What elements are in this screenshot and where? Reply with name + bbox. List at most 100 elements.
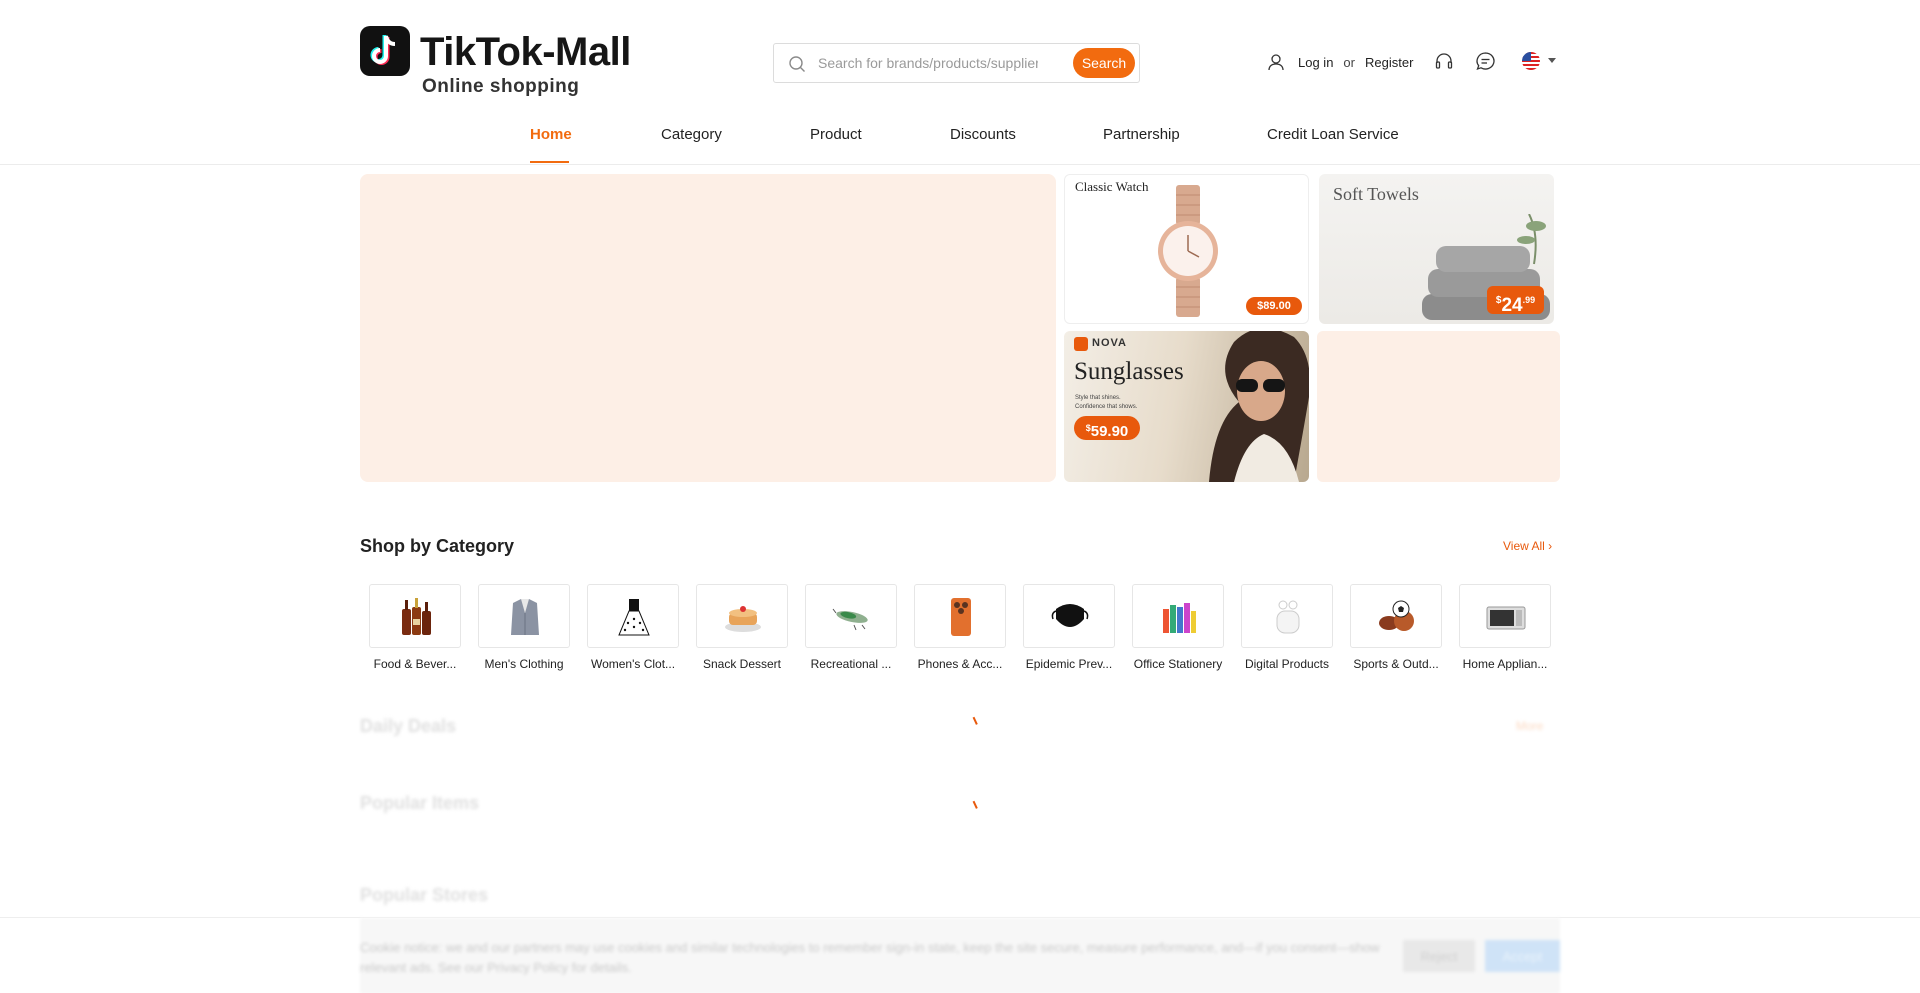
nav-product[interactable]: Product [810, 126, 862, 143]
nav-category[interactable]: Category [661, 126, 722, 143]
search-input[interactable] [818, 52, 1038, 74]
promo-sunglasses-title: Sunglasses [1074, 358, 1184, 385]
search-icon [789, 56, 805, 72]
category-label: Snack Dessert [702, 657, 782, 671]
bottles-icon [402, 598, 431, 635]
loading-spinner-icon [972, 799, 982, 809]
logo-title: TikTok-Mall [420, 30, 631, 74]
suit-icon [511, 599, 539, 635]
user-icon[interactable] [1266, 52, 1286, 72]
nav-active-underline [530, 161, 569, 163]
cookie-banner-content: Cookie notice: we and our partners may u… [360, 918, 1560, 993]
category-womens-clothing[interactable]: Women's Clot... [587, 584, 679, 674]
balls-icon [1379, 600, 1414, 631]
promo-towels-title: Soft Towels [1333, 184, 1419, 204]
category-image-box [478, 584, 570, 648]
search-bar: Search [773, 43, 1140, 83]
promo-sunglasses-brand: NOVA [1092, 337, 1127, 349]
mask-icon [1051, 604, 1089, 627]
daily-deals-title: Daily Deals [360, 716, 457, 736]
stationery-icon [1163, 603, 1196, 633]
category-office-stationery[interactable]: Office Stationery [1132, 584, 1224, 674]
category-mens-clothing[interactable]: Men's Clothing [478, 584, 570, 674]
model-portrait-icon [1209, 331, 1309, 482]
fishing-lure-icon [832, 608, 868, 631]
nova-logo-icon [1074, 337, 1088, 351]
category-image-box [1350, 584, 1442, 648]
promo-towels-price: $24.99 [1487, 286, 1544, 316]
category-image-box [369, 584, 461, 648]
nav-discounts[interactable]: Discounts [950, 126, 1016, 143]
search-button[interactable]: Search [1073, 48, 1135, 78]
chat-icon[interactable] [1475, 51, 1496, 72]
category-food-beverage[interactable]: Food & Bever... [369, 584, 461, 674]
category-label: Sports & Outd... [1353, 657, 1439, 671]
nav-credit-loan-service[interactable]: Credit Loan Service [1267, 126, 1399, 143]
or-separator: or [1343, 54, 1355, 70]
category-image-box [805, 584, 897, 648]
category-home-appliances[interactable]: Home Applian... [1459, 584, 1551, 674]
category-epidemic-prevention[interactable]: Epidemic Prev... [1023, 584, 1115, 674]
category-image-box [1023, 584, 1115, 648]
dress-icon [618, 599, 650, 636]
popular-stores-title: Popular Stores [360, 885, 489, 905]
hero-banner[interactable] [360, 174, 1056, 482]
category-sports-outdoors[interactable]: Sports & Outd... [1350, 584, 1442, 674]
popular-items-title: Popular Items [360, 793, 480, 813]
promo-towels[interactable]: Soft Towels $24.99 [1319, 174, 1554, 324]
category-phones-accessories[interactable]: Phones & Acc... [914, 584, 1006, 674]
cookie-text: Cookie notice: we and our partners may u… [360, 940, 1380, 975]
category-image-box [1132, 584, 1224, 648]
category-label: Food & Bever... [373, 657, 457, 671]
promo-watch-price: $89.00 [1246, 297, 1302, 315]
main-nav: Home Category Product Discounts Partners… [0, 120, 1920, 164]
phone-icon [951, 598, 971, 636]
category-label: Epidemic Prev... [1025, 657, 1113, 671]
logo-subtitle: Online shopping [422, 76, 580, 97]
category-image-box [914, 584, 1006, 648]
category-image-box [1241, 584, 1333, 648]
promo-sunglasses-tagline-1: Style that shines. [1075, 395, 1121, 401]
view-all-link[interactable]: View All › [1503, 539, 1552, 553]
category-label: Women's Clot... [590, 657, 676, 671]
category-label: Digital Products [1244, 657, 1330, 671]
tiktok-logo-icon [360, 26, 410, 76]
register-link[interactable]: Register [1365, 55, 1413, 70]
us-flag-icon[interactable] [1522, 52, 1540, 70]
caret-down-icon[interactable] [1548, 58, 1556, 63]
promo-watch[interactable]: Classic Watch $89.00 [1064, 174, 1309, 324]
microwave-icon [1486, 606, 1526, 630]
promo-sunglasses-tagline-2: Confidence that shows. [1075, 404, 1138, 410]
nav-home[interactable]: Home [530, 126, 572, 143]
promo-placeholder[interactable] [1317, 331, 1560, 482]
earbuds-icon [1276, 600, 1300, 634]
category-label: Phones & Acc... [917, 657, 1003, 671]
promo-sunglasses[interactable]: NOVA Sunglasses Style that shines. Confi… [1064, 331, 1309, 482]
loading-spinner-icon [972, 715, 982, 725]
category-recreational[interactable]: Recreational ... [805, 584, 897, 674]
category-label: Home Applian... [1462, 657, 1548, 671]
category-digital-products[interactable]: Digital Products [1241, 584, 1333, 674]
nav-partnership[interactable]: Partnership [1103, 126, 1180, 143]
site-header: TikTok-Mall Online shopping Search Log i… [0, 0, 1920, 165]
category-image-box [1459, 584, 1551, 648]
watch-icon [1158, 185, 1218, 317]
site-logo[interactable]: TikTok-Mall Online shopping [360, 26, 650, 100]
login-link[interactable]: Log in [1298, 55, 1333, 70]
user-auth: Log in or Register [1266, 50, 1413, 74]
cookie-banner: Cookie notice: we and our partners may u… [0, 917, 1920, 993]
daily-deals-more-link[interactable]: More [1516, 719, 1543, 733]
promo-sunglasses-price: $59.90 [1074, 416, 1140, 440]
cookie-accept-button[interactable]: Accept [1485, 940, 1560, 972]
headset-icon[interactable] [1434, 51, 1454, 71]
category-snack-dessert[interactable]: Snack Dessert [696, 584, 788, 674]
shop-by-category-title: Shop by Category [360, 536, 515, 556]
category-image-box [696, 584, 788, 648]
chevron-right-icon: › [1548, 539, 1553, 553]
category-label: Office Stationery [1133, 657, 1223, 671]
dessert-icon [725, 606, 761, 632]
cookie-reject-button[interactable]: Reject [1403, 940, 1475, 972]
category-label: Recreational ... [810, 657, 892, 671]
promo-watch-title: Classic Watch [1075, 179, 1149, 194]
category-image-box [587, 584, 679, 648]
